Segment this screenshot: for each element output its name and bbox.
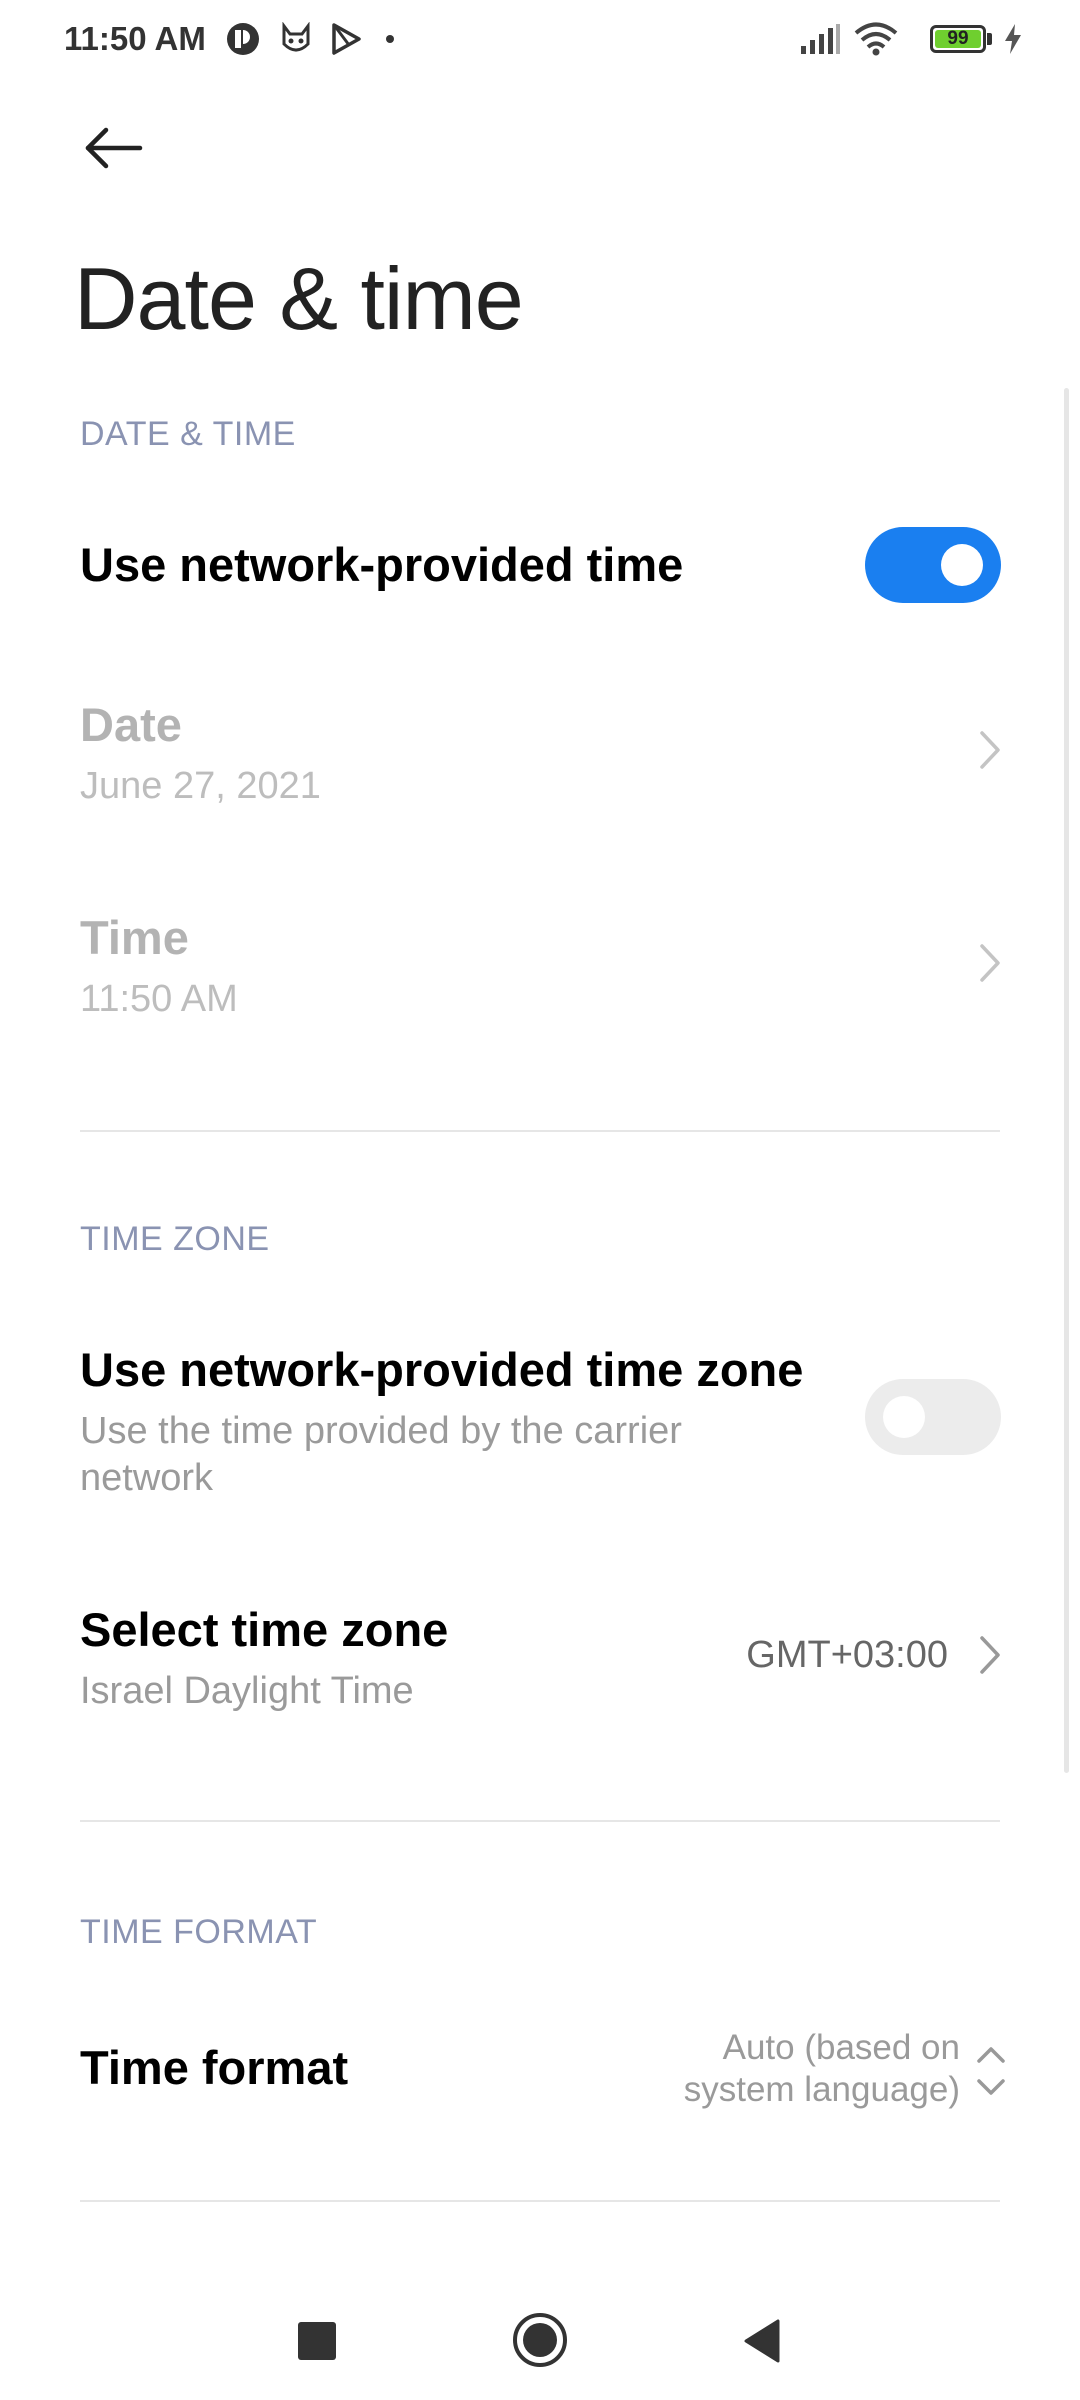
section-header-time-zone: TIME ZONE (80, 1220, 270, 1258)
square-recents-icon[interactable] (298, 2322, 336, 2360)
notification-app-icon (225, 22, 261, 56)
divider (80, 2200, 1000, 2202)
network-zone-sub-line1: Use the time provided by the carrier (80, 1410, 682, 1452)
signal-icon (798, 22, 842, 56)
section-header-time-format: TIME FORMAT (80, 1913, 318, 1951)
wifi-icon (852, 22, 900, 56)
battery-tip (987, 33, 992, 45)
time-format-value-line2: system language) (683, 2070, 960, 2109)
status-time: 11:50 AM (64, 20, 206, 57)
chevron-right-icon (970, 725, 1010, 775)
back-arrow-icon[interactable] (82, 118, 152, 178)
charging-icon (1000, 22, 1026, 56)
chevron-right-icon (970, 1630, 1010, 1680)
select-zone-value: GMT+03:00 (746, 1634, 948, 1676)
triangle-back-icon[interactable] (742, 2318, 782, 2364)
battery-icon: 99 (930, 25, 986, 53)
toggle-knob (941, 544, 983, 586)
date-value: June 27, 2021 (80, 765, 321, 807)
divider (80, 1820, 1000, 1822)
network-time-toggle[interactable] (865, 527, 1001, 603)
divider (80, 1130, 1000, 1132)
battery-level: 99 (947, 28, 969, 49)
play-store-icon (328, 22, 364, 56)
toggle-knob (883, 1396, 925, 1438)
time-format-label: Time format (80, 2041, 349, 2094)
network-zone-sub-line2: network (80, 1457, 214, 1499)
dot-icon (380, 22, 400, 56)
circle-home-icon[interactable] (512, 2312, 568, 2368)
section-header-date-time: DATE & TIME (80, 415, 296, 453)
network-zone-toggle[interactable] (865, 1379, 1001, 1455)
select-zone-label: Select time zone (80, 1603, 449, 1656)
select-zone-sub: Israel Daylight Time (80, 1670, 414, 1712)
chevron-right-icon (970, 938, 1010, 988)
network-zone-label: Use network-provided time zone (80, 1343, 804, 1396)
chevron-up-down-icon[interactable] (975, 2043, 1015, 2099)
date-label: Date (80, 698, 182, 751)
time-value: 11:50 AM (80, 978, 238, 1020)
page-title: Date & time (74, 249, 524, 348)
time-label: Time (80, 911, 189, 964)
cat-app-icon (278, 22, 314, 56)
time-format-value-line1: Auto (based on (722, 2028, 960, 2067)
network-time-label: Use network-provided time (80, 538, 684, 591)
